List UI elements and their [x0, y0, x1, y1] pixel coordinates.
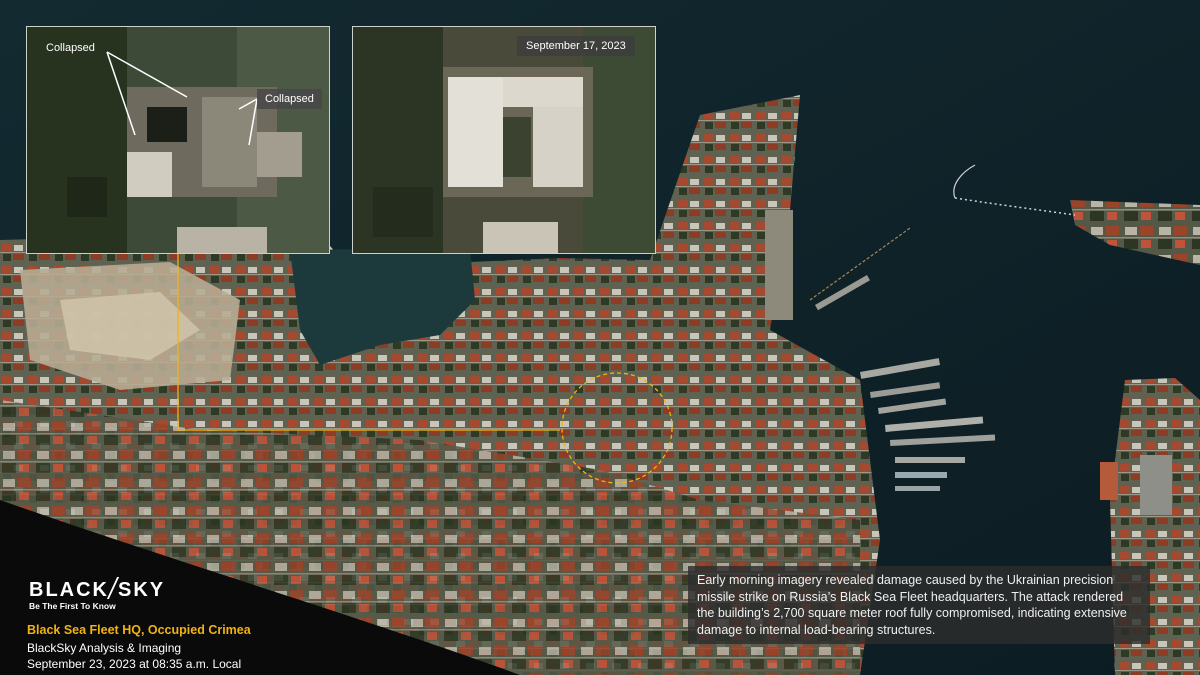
- inset-intact-image: [353, 27, 655, 253]
- inset-intact-view: September 17, 2023: [352, 26, 656, 254]
- inset-collapsed-view: Collapsed Collapsed: [26, 26, 330, 254]
- capture-timestamp: September 23, 2023 at 08:35 a.m. Local: [27, 657, 242, 671]
- inset-collapsed-image: [27, 27, 329, 253]
- brand-tagline: Be The First To Know: [29, 601, 116, 611]
- satellite-image: Collapsed Collapsed September 17, 2023 E…: [0, 0, 1200, 675]
- acquisition-date: September 17, 2023: [517, 36, 635, 56]
- collapsed-label: Collapsed: [46, 42, 95, 54]
- logo-text-right: SKY: [118, 579, 166, 601]
- location-title: Black Sea Fleet HQ, Occupied Crimea: [27, 623, 251, 637]
- analysis-caption: Early morning imagery revealed damage ca…: [688, 566, 1150, 644]
- image-credit: BlackSky Analysis & Imaging: [27, 641, 182, 655]
- logo-text-left: BLACK: [29, 579, 109, 601]
- blacksky-logo: BLACK SKY: [29, 577, 165, 602]
- collapsed-label: Collapsed: [257, 89, 322, 109]
